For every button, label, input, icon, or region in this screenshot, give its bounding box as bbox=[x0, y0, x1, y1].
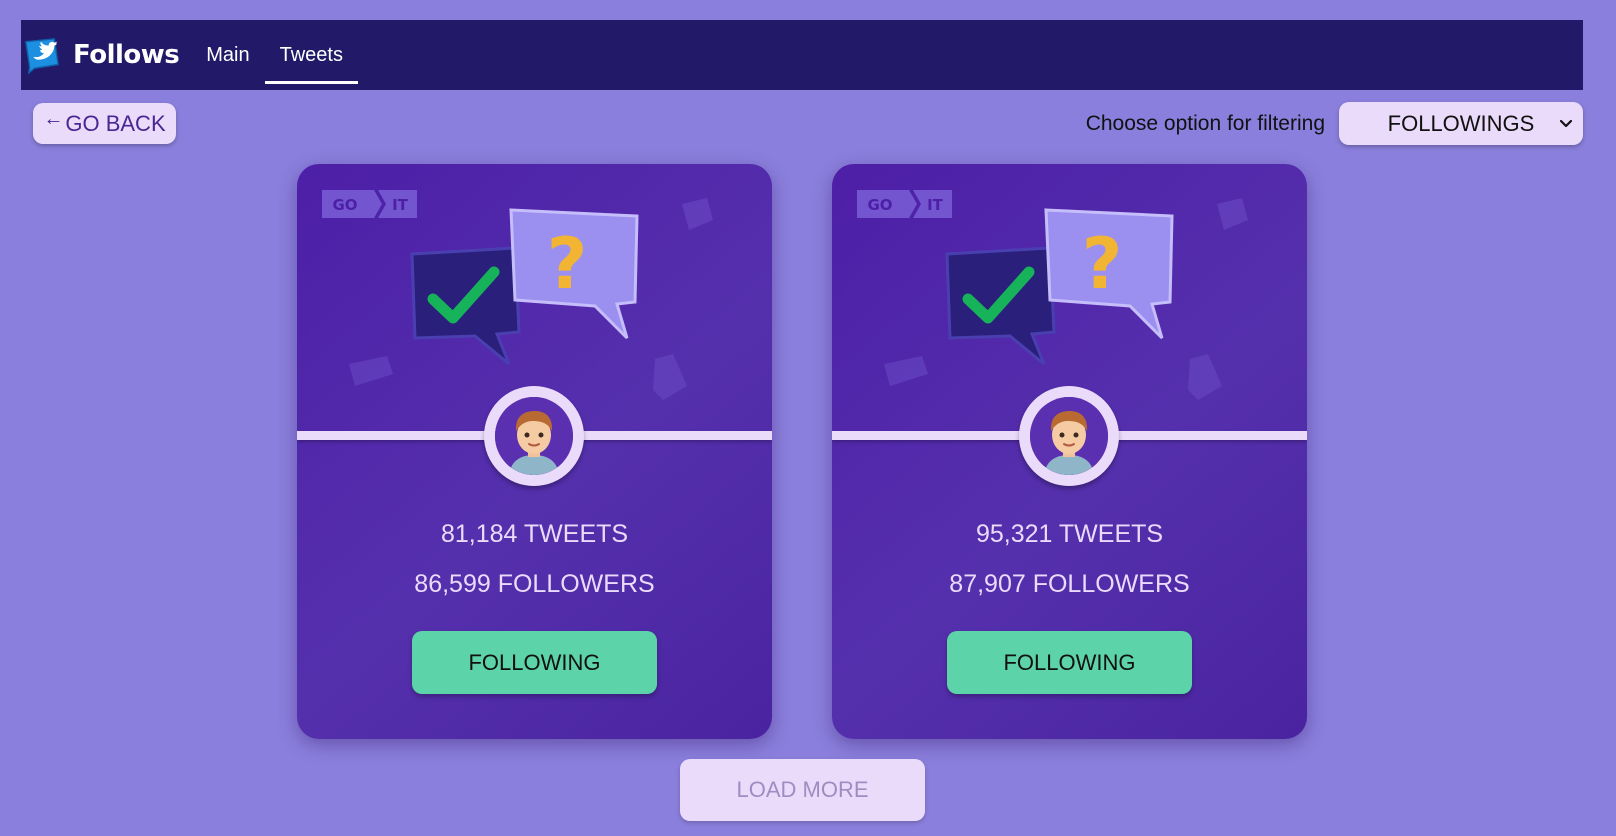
svg-text:?: ? bbox=[547, 223, 588, 305]
chevron-down-icon bbox=[1559, 119, 1573, 128]
following-button[interactable]: FOLLOWING bbox=[947, 631, 1192, 694]
twitter-logo-icon bbox=[25, 38, 59, 74]
question-bubble-icon: ? bbox=[509, 208, 639, 340]
decor-comment-icon bbox=[349, 356, 393, 386]
avatar bbox=[1019, 386, 1119, 486]
goit-logo-go: GO bbox=[867, 196, 892, 214]
goit-logo: GO IT bbox=[857, 190, 952, 218]
following-button[interactable]: FOLLOWING bbox=[412, 631, 657, 694]
filter-select[interactable]: FOLLOWINGS bbox=[1339, 102, 1583, 145]
goit-logo: GO IT bbox=[322, 190, 417, 218]
load-more-button[interactable]: LOAD MORE bbox=[680, 759, 925, 821]
decor-bookmark-icon bbox=[653, 354, 687, 400]
goit-logo-go: GO bbox=[332, 196, 357, 214]
check-bubble-icon bbox=[410, 246, 521, 366]
user-card: ? GO IT 95,321 TWEETS 87,907 FOLLOWERS F… bbox=[832, 164, 1307, 739]
go-back-button[interactable]: ← GO BACK bbox=[33, 103, 176, 144]
decor-like-icon bbox=[1217, 198, 1248, 230]
filter-label: Choose option for filtering bbox=[1085, 112, 1325, 135]
navbar: Follows Main Tweets bbox=[21, 20, 1583, 90]
nav-tweets[interactable]: Tweets bbox=[264, 20, 359, 90]
tweets-count: 95,321 TWEETS bbox=[975, 520, 1164, 548]
svg-text:?: ? bbox=[1082, 223, 1123, 305]
decor-like-icon bbox=[682, 198, 713, 230]
followers-count: 86,599 FOLLOWERS bbox=[414, 570, 655, 598]
avatar-icon bbox=[1030, 397, 1108, 475]
nav-main[interactable]: Main bbox=[191, 20, 264, 90]
goit-logo-it: IT bbox=[927, 196, 944, 214]
brand[interactable]: Follows bbox=[23, 36, 180, 74]
question-bubble-icon: ? bbox=[1044, 208, 1174, 340]
back-arrow-icon: ← bbox=[43, 108, 64, 130]
filter-selected-value: FOLLOWINGS bbox=[1387, 110, 1535, 136]
decor-comment-icon bbox=[884, 356, 928, 386]
go-back-label: GO BACK bbox=[65, 110, 166, 136]
brand-title: Follows bbox=[73, 40, 180, 70]
tweets-count: 81,184 TWEETS bbox=[440, 520, 629, 548]
goit-logo-it: IT bbox=[392, 196, 409, 214]
user-card: ? GO IT 81,184 TWEETS 86,599 FOLLOWERS F… bbox=[297, 164, 772, 739]
avatar bbox=[484, 386, 584, 486]
decor-bookmark-icon bbox=[1188, 354, 1222, 400]
check-bubble-icon bbox=[945, 246, 1056, 366]
avatar-icon bbox=[495, 397, 573, 475]
followers-count: 87,907 FOLLOWERS bbox=[949, 570, 1190, 598]
